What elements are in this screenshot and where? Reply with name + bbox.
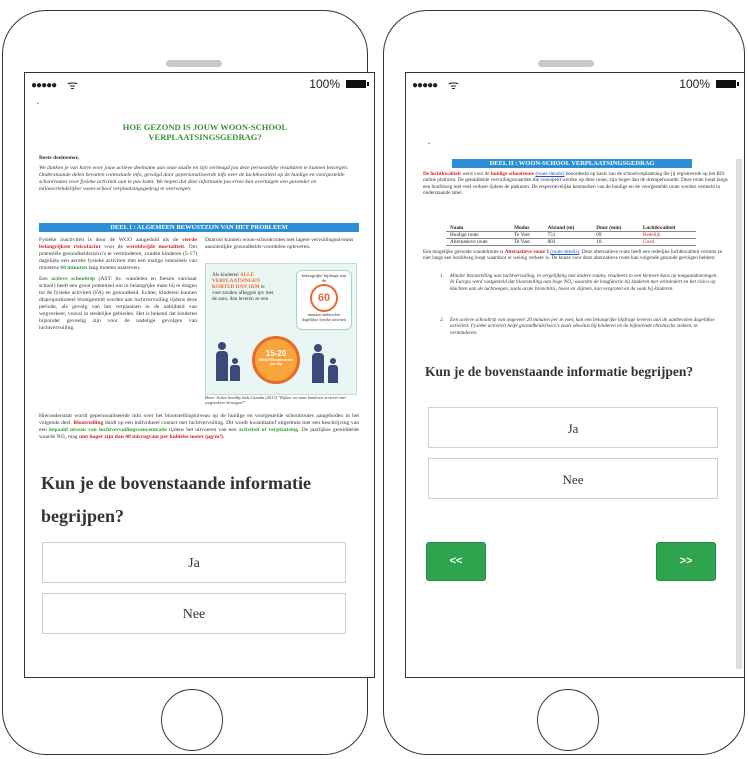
infographic-text: Als kinderen ALLE VERPLAATSINGEN KORTER … (212, 272, 274, 302)
text: voor de (100, 244, 127, 250)
signal-icon: ●●●●● (412, 80, 438, 91)
list-marker: 2. (440, 317, 444, 323)
home-button[interactable] (161, 689, 223, 751)
highlight: 60 minuten (60, 265, 88, 271)
status-bar: ●●●●● ᯤ 100% (406, 73, 744, 95)
list-marker: 1. (440, 273, 444, 279)
bubble-text: belangrijke bijdrage aan de (301, 273, 347, 283)
bubble-sub: minuten aanbevolen dagelijkse fysieke ac… (302, 312, 346, 322)
list-item: Minder blootstelling aan luchtvervuiling… (450, 273, 718, 292)
highlight: Blootstelling (73, 420, 104, 426)
table-cell: Huidige route (446, 231, 511, 239)
sixty-badge: 60 (310, 284, 338, 312)
right-screen: ●●●●● ᯤ 100% • DEEL II : WOON-SCHOOL VER… (405, 72, 745, 678)
text: Fysieke inactiviteit is door de WGO aang… (39, 237, 183, 243)
table-cell: 09 (592, 231, 639, 239)
battery-percent: 100% (309, 77, 340, 91)
infographic-source: Bron: Active healthy kids Canada (2013) … (205, 395, 346, 405)
speech-bubble: belangrijke bijdrage aan de 60 minuten a… (296, 270, 352, 330)
table-row: Alternatieve route Te Voet 803 10 Goed (446, 238, 696, 246)
text: tijdens het uitvoeren van een (167, 427, 239, 433)
table-cell: Goed (638, 238, 696, 246)
bottom-paragraph: Hieronderstaat wordt gepersonaliseerde i… (39, 413, 359, 441)
previous-button[interactable]: << (426, 542, 486, 581)
battery-icon (716, 80, 739, 88)
infographic: Als kinderen ALLE VERPLAATSINGEN KORTER … (205, 263, 357, 395)
highlight: activiteit of verplaatsing (238, 427, 299, 433)
answer-yes-button[interactable]: Ja (428, 407, 718, 448)
question-text: Kun je de bovenstaande informatie begrij… (41, 473, 311, 526)
column-2-text: Daarom kunnen woon-schoolroutes met lage… (205, 237, 354, 250)
answer-no-button[interactable]: Nee (42, 593, 346, 634)
text: (AST: bv. wandelen en fietsen van/naar s… (39, 276, 197, 331)
status-bar: ●●●●● ᯤ 100% (25, 73, 374, 95)
clock-label: MINUTEN wandelen per trip (259, 358, 293, 366)
list-item: Een actieve schooltrip van ongeveer 20 m… (450, 317, 715, 336)
wifi-icon: ᯤ (67, 78, 78, 92)
table-cell: Redelijk (638, 231, 696, 239)
intro-paragraph: We danken je van harte voor jouw actieve… (39, 165, 349, 192)
table-cell: 803 (543, 238, 593, 246)
page-title-line1: HOE GEZOND IS JOUW WOON-SCHOOL (122, 122, 288, 132)
family-silhouette-icon-2 (310, 344, 346, 386)
highlight: bepaald niveau van luchtvervuilingsconce… (48, 427, 167, 433)
page-title: HOE GEZOND IS JOUW WOON-SCHOOL VERPLAATS… (85, 122, 325, 142)
answer-yes-button[interactable]: Ja (42, 542, 346, 583)
left-screen: ●●●●● ᯤ 100% • HOE GEZOND IS JOUW WOON-S… (24, 72, 375, 678)
clock-number: 15-20 (265, 349, 287, 358)
text: lang moeten nastreven. (87, 265, 141, 271)
battery-percent: 100% (679, 77, 710, 91)
highlight: niet hoger zijn dan 40 microgram per kub… (79, 434, 225, 440)
section-banner-2: DEEL II : WOON-SCHOOL VERPLAATSINGSGEDRA… (452, 159, 692, 168)
bullet: • (37, 101, 39, 107)
clock-icon: 15-20 MINUTEN wandelen per trip (252, 336, 300, 384)
speaker-grille (538, 60, 594, 67)
table-cell: Alternatieve route (446, 238, 511, 246)
highlight: wereldwijde mortaliteit (126, 244, 184, 250)
battery-icon (346, 80, 369, 88)
wifi-icon: ᯤ (448, 78, 459, 92)
answer-no-button[interactable]: Nee (428, 458, 718, 499)
column-1-text: Fysieke inactiviteit is door de WGO aang… (39, 237, 197, 332)
table-cell: 10 (592, 238, 639, 246)
route-paragraph: De luchtkwaliteit werd voor de huidige s… (423, 171, 729, 197)
alternative-paragraph: Een mogelijke gezonde wandelroute is Alt… (423, 249, 729, 262)
greeting: Beste deelnemer, (39, 155, 79, 161)
table-cell: 751 (543, 231, 593, 239)
question-text: Kun je de bovenstaande informatie begrij… (425, 364, 694, 379)
table-row: Huidige route Te Voet 751 09 Redelijk (446, 231, 696, 239)
scrollbar[interactable] (736, 159, 742, 669)
section-banner-1: DEEL I : ALGEMEEN BEWUSTZIJN VAN HET PRO… (39, 223, 359, 232)
next-button[interactable]: >> (656, 542, 716, 581)
page-title-line2: VERPLAATSINGSGEDRAG? (148, 132, 262, 142)
speaker-grille (166, 60, 222, 67)
signal-icon: ●●●●● (31, 80, 57, 91)
highlight: actieve schooltrip (51, 276, 96, 282)
family-silhouette-icon (214, 342, 244, 386)
text: Een (39, 276, 52, 282)
table-cell: Te Voet (510, 238, 544, 246)
table-cell: Te Voet (510, 231, 544, 239)
home-button[interactable] (537, 689, 599, 751)
route-table: Naam Modus Afstand (m) Duur (min) Luchtk… (446, 225, 696, 246)
bullet: • (428, 141, 430, 147)
